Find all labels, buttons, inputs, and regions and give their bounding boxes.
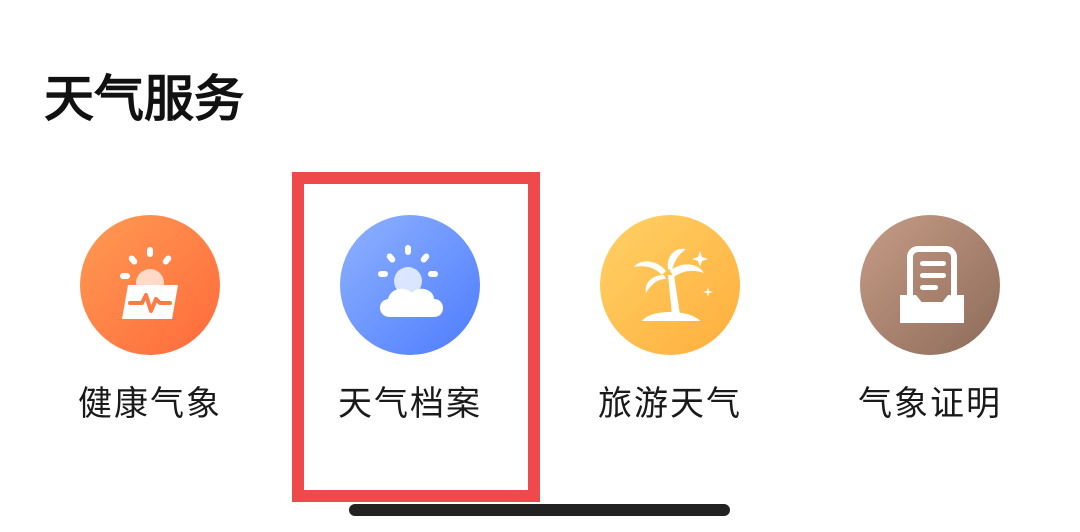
service-label: 旅游天气 [598, 384, 742, 424]
service-travel-weather[interactable]: 旅游天气 [540, 205, 800, 435]
section-title: 天气服务 [44, 70, 244, 128]
home-indicator[interactable] [349, 504, 730, 516]
health-weather-icon [80, 215, 220, 355]
service-label: 天气档案 [338, 384, 482, 424]
service-weather-archive[interactable]: 天气档案 [280, 205, 540, 435]
weather-archive-icon [340, 215, 480, 355]
service-label: 健康气象 [78, 384, 222, 424]
service-weather-certificate[interactable]: 气象证明 [800, 205, 1060, 435]
weather-certificate-icon [860, 215, 1000, 355]
travel-weather-icon [600, 215, 740, 355]
weather-services-grid: 健康气象 天气档案 旅游天气 气象证明 [20, 205, 1060, 435]
service-health-weather[interactable]: 健康气象 [20, 205, 280, 435]
service-label: 气象证明 [858, 384, 1002, 424]
